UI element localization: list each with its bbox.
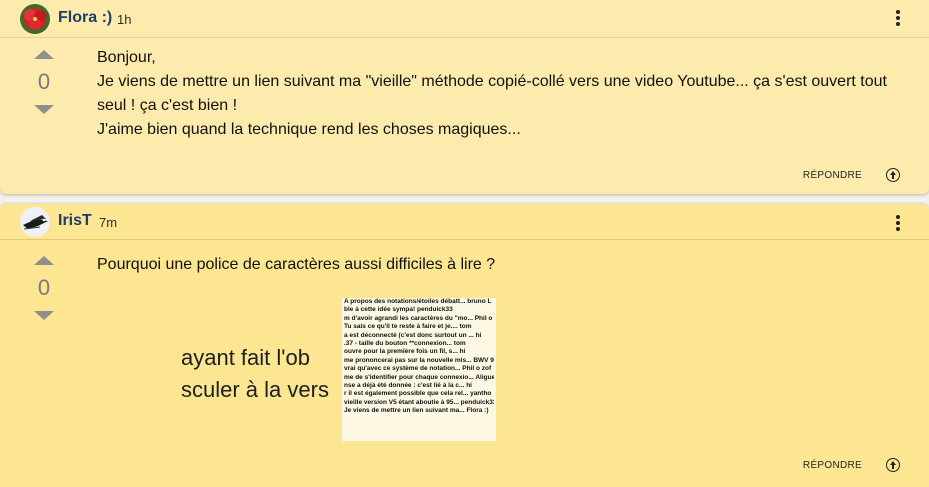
- downvote-icon[interactable]: [34, 311, 54, 320]
- comment-header: IrisT 7m: [0, 204, 929, 240]
- reply-button[interactable]: RÉPONDRE: [803, 170, 862, 181]
- embedded-screenshot-thumbnail: A propos des notations/étoiles débatt...…: [342, 298, 496, 441]
- vote-score: 0: [37, 69, 51, 94]
- reply-up-arrow-icon[interactable]: [886, 458, 900, 472]
- thumbnail-row: r il est également possible que cela rel…: [344, 390, 492, 398]
- flower-avatar-icon: [20, 4, 50, 34]
- avatar[interactable]: [20, 4, 50, 34]
- timestamp: 1h: [117, 12, 132, 27]
- thumbnail-row: ble à cette idée sympa! penduick33: [344, 306, 453, 314]
- thumbnail-row: m d'avoir agrandi les caractères du "mo.…: [344, 314, 494, 322]
- author-name[interactable]: Flora :): [58, 9, 112, 27]
- thumbnail-row: .37 - taille du bouton **connexion... to…: [344, 340, 466, 348]
- body-line: J'aime bien quand la technique rend les …: [97, 121, 521, 138]
- thumbnail-row: Tu sais ce qu'il te reste à faire et je.…: [344, 323, 472, 331]
- comment-body: Bonjour, Je viens de mettre un lien suiv…: [97, 46, 907, 142]
- reply-up-arrow-icon[interactable]: [886, 168, 900, 182]
- embedded-zoomed-text-image: ayant fait l'ob sculer à la vers: [181, 342, 329, 410]
- author-name[interactable]: IrisT: [58, 212, 92, 230]
- thumbnail-row: me de s'identifier pour chaque connexio.…: [344, 373, 494, 381]
- body-line: Bonjour,: [97, 49, 156, 66]
- thumbnail-row: Je viens de mettre un lien suivant ma...…: [344, 407, 489, 415]
- more-vert-icon[interactable]: [895, 215, 901, 233]
- comment-body: Pourquoi une police de caractères aussi …: [97, 256, 496, 273]
- comment-flora: Flora :) 1h 0 Bonjour, Je viens de mettr…: [0, 0, 929, 194]
- image-text-line: ayant fait l'ob: [181, 345, 310, 370]
- upvote-icon[interactable]: [34, 50, 54, 59]
- vote-widget: 0: [30, 256, 58, 320]
- thumbnail-row: vrai qu'avec ce système de notation... P…: [344, 365, 492, 373]
- timestamp: 7m: [99, 215, 118, 230]
- body-line: Je viens de mettre un lien suivant ma "v…: [97, 73, 887, 114]
- upvote-icon[interactable]: [34, 256, 54, 265]
- thumbnail-row: me prononcerai pas sur la nouvelle mis..…: [344, 356, 494, 364]
- avatar[interactable]: [20, 207, 50, 237]
- vote-score: 0: [37, 275, 51, 300]
- downvote-icon[interactable]: [34, 105, 54, 114]
- comment-header: Flora :) 1h: [0, 0, 929, 38]
- image-text-line: sculer à la vers: [181, 377, 329, 402]
- thumbnail-row: A propos des notations/étoiles débatt...…: [344, 298, 492, 305]
- thumbnail-row: vieille version V5 étant aboutie à 95...…: [344, 398, 494, 406]
- vote-widget: 0: [30, 50, 58, 114]
- thumbnail-row: a est déconnecté (c'est donc surtout un …: [344, 331, 482, 339]
- thumbnail-row: ouvre pour la première fois un fil, s...…: [344, 348, 466, 356]
- more-vert-icon[interactable]: [895, 10, 901, 28]
- thumbnail-row: nse a déjà été donnée : c'est lié à la c…: [344, 382, 472, 390]
- reply-button[interactable]: RÉPONDRE: [803, 460, 862, 471]
- bird-avatar-icon: [20, 207, 50, 237]
